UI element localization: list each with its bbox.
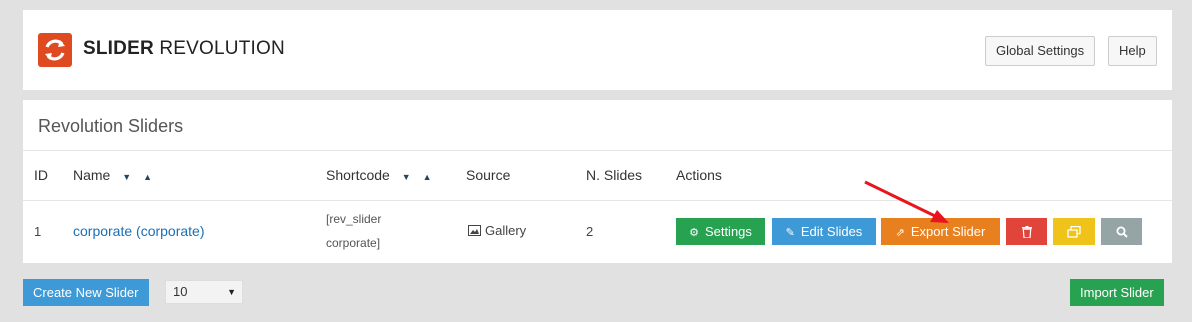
shortcode-text: [rev_slider corporate] <box>326 207 381 255</box>
sort-desc-icon[interactable]: ▼ <box>402 172 411 182</box>
column-name[interactable]: Name ▼ ▲ <box>73 167 164 183</box>
share-icon: ⇗ <box>895 227 905 239</box>
column-shortcode[interactable]: Shortcode ▼ ▲ <box>326 167 444 183</box>
sort-asc-icon[interactable]: ▲ <box>143 172 152 182</box>
per-page-value: 10 <box>173 284 188 299</box>
column-actions: Actions <box>676 167 722 183</box>
create-new-slider-button[interactable]: Create New Slider <box>23 279 149 306</box>
header-panel: SLIDER REVOLUTION Global Settings Help <box>23 10 1172 90</box>
divider <box>23 150 1172 151</box>
logo <box>38 33 72 67</box>
preview-button[interactable] <box>1101 218 1142 245</box>
settings-button[interactable]: ⚙ Settings <box>676 218 765 245</box>
sliders-panel: Revolution Sliders ID Name ▼ ▲ Shortcode … <box>23 100 1172 263</box>
slide-count: 2 <box>586 224 594 239</box>
gear-icon: ⚙ <box>689 227 699 239</box>
global-settings-button[interactable]: Global Settings <box>985 36 1096 66</box>
refresh-icon <box>45 39 65 61</box>
logo-text: SLIDER REVOLUTION <box>83 38 285 59</box>
column-source: Source <box>466 167 511 183</box>
column-id: ID <box>34 167 48 183</box>
trash-icon <box>1021 226 1032 239</box>
search-icon <box>1116 226 1128 238</box>
edit-slides-button[interactable]: ✎ Edit Slides <box>772 218 876 245</box>
duplicate-icon <box>1067 225 1081 238</box>
slider-name-link[interactable]: corporate (corporate) <box>73 223 205 239</box>
source-label: Gallery <box>485 223 527 238</box>
shortcode-line: corporate] <box>326 236 381 250</box>
sort-asc-icon[interactable]: ▲ <box>423 172 432 182</box>
pencil-icon: ✎ <box>785 227 795 239</box>
column-name-label: Name <box>73 167 111 183</box>
duplicate-button[interactable] <box>1053 218 1095 245</box>
panel-title: Revolution Sliders <box>38 116 184 136</box>
per-page-select[interactable]: 10 ▼ <box>165 280 243 304</box>
help-button[interactable]: Help <box>1108 36 1157 66</box>
image-icon <box>468 225 481 236</box>
column-nslides: N. Slides <box>586 167 643 183</box>
column-shortcode-label: Shortcode <box>326 167 390 183</box>
caret-down-icon: ▼ <box>227 287 236 297</box>
import-slider-button[interactable]: Import Slider <box>1070 279 1164 306</box>
delete-button[interactable] <box>1006 218 1047 245</box>
row-id: 1 <box>34 224 42 239</box>
shortcode-line: [rev_slider <box>326 212 382 226</box>
divider <box>23 200 1172 201</box>
sort-desc-icon[interactable]: ▼ <box>122 172 131 182</box>
export-slider-button[interactable]: ⇗ Export Slider <box>881 218 1000 245</box>
source-cell: Gallery <box>468 223 526 238</box>
